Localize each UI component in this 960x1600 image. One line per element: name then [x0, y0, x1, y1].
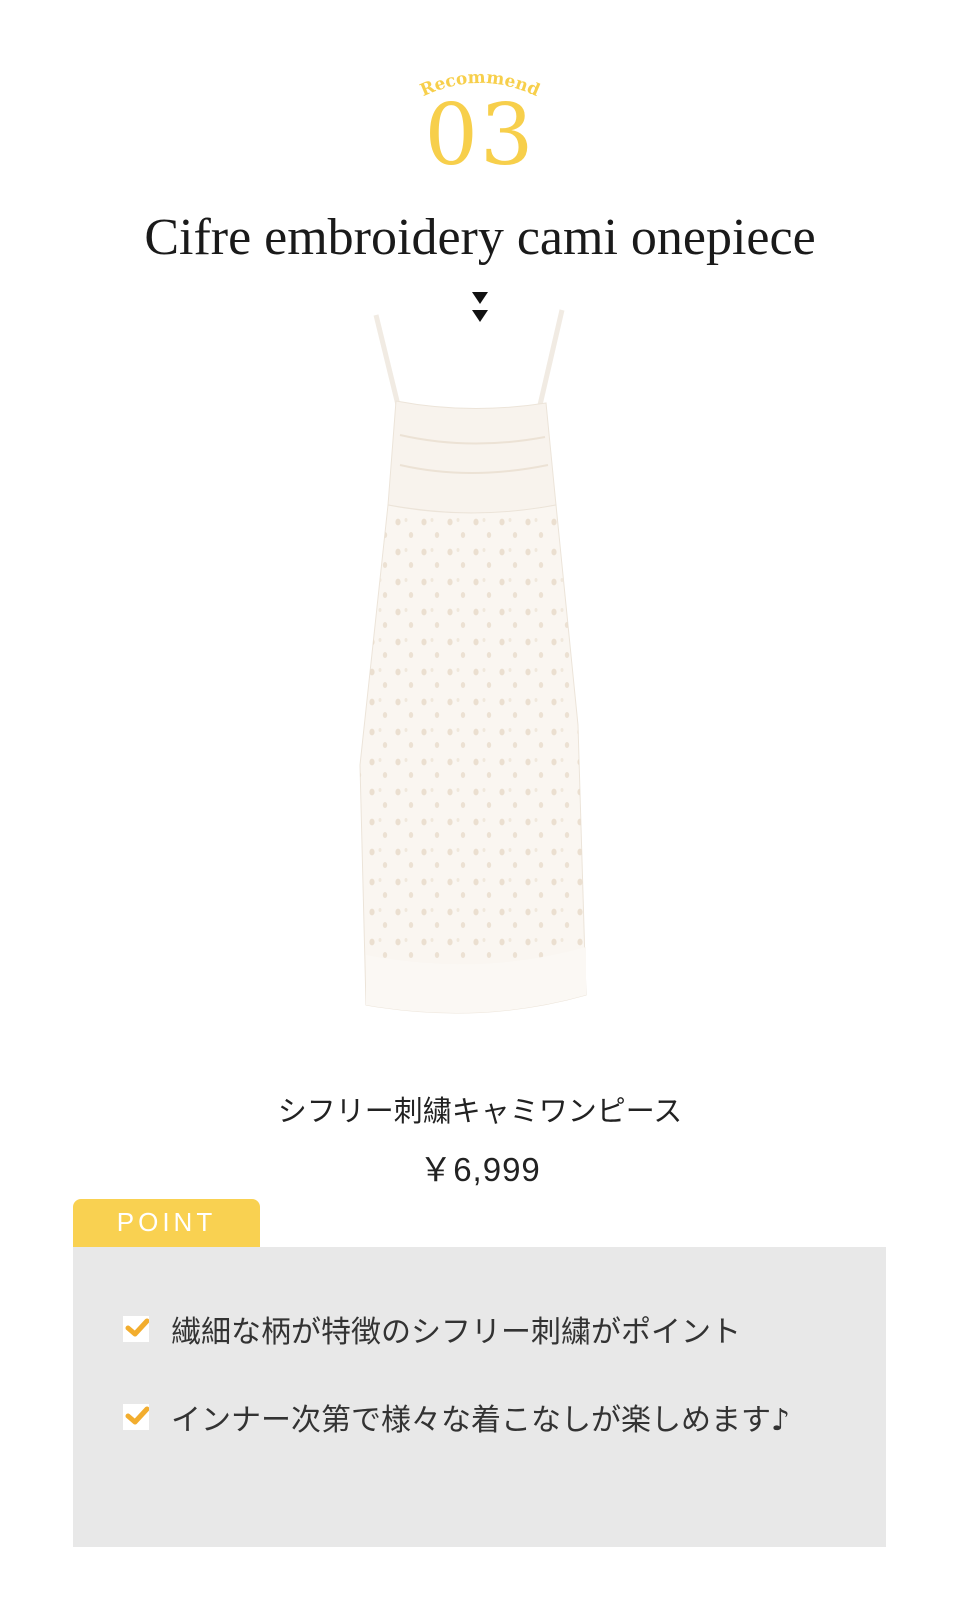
- check-icon: [123, 1404, 149, 1430]
- point-item-text: インナー次第で様々な着こなしが楽しめます♪: [171, 1403, 791, 1438]
- point-box: 繊細な柄が特徴のシフリー刺繍がポイント インナー次第で様々な着こなしが楽しめます…: [73, 1247, 886, 1547]
- product-name[interactable]: シフリー刺繍キャミワンピース: [0, 1088, 960, 1130]
- point-tab: POINT: [73, 1199, 260, 1247]
- check-icon: [123, 1316, 149, 1342]
- recommend-number: 03: [424, 86, 536, 184]
- dress-icon: [359, 309, 587, 1014]
- product-price: ￥6,999: [419, 1151, 541, 1188]
- point-item-text: 繊細な柄が特徴のシフリー刺繍がポイント: [171, 1315, 741, 1350]
- product-image[interactable]: [340, 305, 620, 1045]
- point-item: インナー次第で様々な着こなしが楽しめます♪: [123, 1397, 791, 1438]
- point-item: 繊細な柄が特徴のシフリー刺繍がポイント: [123, 1309, 741, 1350]
- product-title-en: Cifre embroidery cami onepiece: [144, 209, 816, 266]
